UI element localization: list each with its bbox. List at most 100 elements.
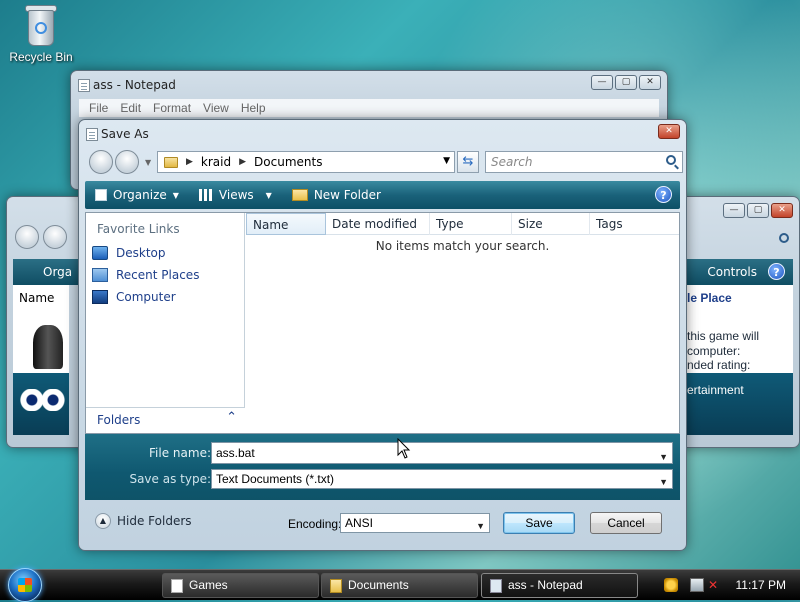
- games-eyes-strip: [13, 373, 69, 435]
- back-button[interactable]: [89, 150, 113, 174]
- notepad-titlebar[interactable]: ass - Notepad: [71, 71, 667, 99]
- security-shield-icon[interactable]: [664, 578, 678, 592]
- save-as-type-dropdown-icon[interactable]: ▼: [659, 473, 668, 491]
- hide-folders-button[interactable]: ▲ Hide Folders: [95, 513, 192, 529]
- games-info-line1: this game will: [687, 329, 760, 343]
- recycle-bin-icon: [24, 2, 58, 46]
- refresh-icon[interactable]: ⇆: [457, 151, 479, 173]
- folder-icon: [330, 579, 342, 593]
- games-organize-label[interactable]: Orga: [43, 265, 72, 279]
- taskbar-notepad-button[interactable]: ass - Notepad: [481, 573, 638, 598]
- mouse-pointer-icon: [397, 438, 411, 459]
- menu-file[interactable]: File: [83, 99, 114, 117]
- recent-places-icon: [92, 268, 108, 282]
- search-placeholder: Search: [491, 155, 533, 169]
- taskbar-documents-button[interactable]: Documents: [321, 573, 478, 598]
- network-icon[interactable]: [690, 578, 704, 592]
- column-header-name[interactable]: Name: [246, 213, 326, 235]
- recycle-bin-desktop-icon[interactable]: Recycle Bin: [6, 2, 76, 64]
- games-caption-buttons: — ▢ ✕: [723, 203, 793, 218]
- breadcrumb-kraid[interactable]: kraid: [201, 155, 231, 169]
- column-header-type[interactable]: Type: [430, 213, 512, 235]
- save-as-close-button[interactable]: ✕: [658, 124, 680, 139]
- file-name-input[interactable]: ass.bat ▼: [211, 442, 673, 464]
- column-header-date-modified[interactable]: Date modified: [326, 213, 430, 235]
- games-details-pane: le Place this game will computer: nded r…: [687, 285, 793, 435]
- windows-logo-icon: [18, 578, 32, 592]
- games-entertainment-band: ertainment: [687, 373, 793, 435]
- notepad-maximize-button[interactable]: ▢: [615, 75, 637, 90]
- address-dropdown-icon[interactable]: ▼: [443, 156, 450, 166]
- save-as-type-value: Text Documents (*.txt): [216, 472, 335, 486]
- search-input[interactable]: Search: [485, 151, 683, 173]
- save-as-type-select[interactable]: Text Documents (*.txt) ▼: [211, 469, 673, 489]
- taskbar-games-button[interactable]: Games: [162, 573, 319, 598]
- start-button[interactable]: [8, 568, 42, 602]
- nav-item-desktop[interactable]: Desktop: [92, 246, 166, 260]
- organize-label: Organize: [113, 188, 167, 202]
- views-button[interactable]: Views ▼: [189, 181, 282, 209]
- games-forward-button[interactable]: [43, 225, 67, 249]
- views-icon: [198, 189, 213, 201]
- save-as-titlebar[interactable]: Save As: [79, 120, 686, 148]
- column-header-size[interactable]: Size: [512, 213, 590, 235]
- recycle-bin-label: Recycle Bin: [9, 50, 73, 64]
- notepad-close-button[interactable]: ✕: [639, 75, 661, 90]
- notepad-title: ass - Notepad: [93, 78, 176, 92]
- purble-eyes-icon[interactable]: [19, 389, 65, 411]
- games-name-column[interactable]: Name: [19, 291, 54, 305]
- menu-help[interactable]: Help: [235, 99, 272, 117]
- encoding-dropdown-icon[interactable]: ▼: [476, 517, 485, 535]
- save-as-dialog[interactable]: Save As ✕ ▼ ▶ kraid ▶ Documents ▼ ⇆ Sear…: [78, 119, 687, 551]
- notepad-icon: [490, 579, 502, 593]
- hide-folders-label: Hide Folders: [117, 514, 192, 528]
- cancel-button[interactable]: Cancel: [590, 512, 662, 534]
- encoding-select[interactable]: ANSI ▼: [340, 513, 490, 533]
- recent-pages-dropdown-icon[interactable]: ▼: [145, 158, 151, 167]
- games-back-button[interactable]: [15, 225, 39, 249]
- organize-button[interactable]: Organize ▼: [85, 181, 189, 209]
- chess-knight-icon[interactable]: [33, 325, 63, 369]
- chevron-down-icon: ▼: [172, 190, 179, 200]
- folders-bar[interactable]: Folders ⌃: [86, 407, 245, 433]
- nav-item-recent-places[interactable]: Recent Places: [92, 268, 199, 282]
- address-row: ▼ ▶ kraid ▶ Documents ▼ ⇆ Search: [85, 148, 683, 176]
- address-bar[interactable]: ▶ kraid ▶ Documents ▼: [157, 151, 455, 173]
- empty-list-message: No items match your search.: [375, 239, 550, 253]
- games-info-line3: nded rating:: [687, 358, 751, 372]
- search-icon[interactable]: [666, 155, 676, 165]
- nav-item-computer[interactable]: Computer: [92, 290, 176, 304]
- games-controls-label[interactable]: Controls: [707, 265, 757, 279]
- clock[interactable]: 11:17 PM: [736, 578, 786, 592]
- save-as-type-label: Save as type:: [129, 472, 211, 486]
- games-maximize-button[interactable]: ▢: [747, 203, 769, 218]
- new-folder-button[interactable]: New Folder: [282, 181, 391, 209]
- file-name-dropdown-icon[interactable]: ▼: [659, 447, 668, 467]
- menu-view[interactable]: View: [197, 99, 235, 117]
- chevron-up-icon[interactable]: ⌃: [226, 410, 237, 425]
- games-search-icon[interactable]: [779, 233, 789, 243]
- chevron-right-icon[interactable]: ▶: [186, 157, 193, 167]
- save-as-icon: [86, 128, 98, 141]
- notepad-minimize-button[interactable]: —: [591, 75, 613, 90]
- column-header-tags[interactable]: Tags: [590, 213, 670, 235]
- navigation-pane: Favorite Links Desktop Recent Places Com…: [86, 213, 245, 433]
- breadcrumb-documents[interactable]: Documents: [254, 155, 322, 169]
- file-list[interactable]: Name Date modified Type Size Tags No ite…: [246, 213, 679, 433]
- menu-edit[interactable]: Edit: [114, 99, 147, 117]
- notepad-icon: [78, 79, 90, 92]
- save-as-caption-buttons: ✕: [658, 124, 680, 139]
- file-name-value: ass.bat: [216, 446, 255, 460]
- help-icon[interactable]: ?: [655, 186, 672, 203]
- save-button[interactable]: Save: [503, 512, 575, 534]
- games-info-line2: computer:: [687, 344, 741, 358]
- forward-button[interactable]: [115, 150, 139, 174]
- games-close-button[interactable]: ✕: [771, 203, 793, 218]
- menu-format[interactable]: Format: [147, 99, 197, 117]
- games-help-icon[interactable]: ?: [768, 263, 785, 280]
- volume-muted-icon[interactable]: ✕: [708, 578, 722, 592]
- command-toolbar: Organize ▼ Views ▼ New Folder ?: [85, 181, 680, 209]
- chevron-right-icon[interactable]: ▶: [239, 157, 246, 167]
- games-minimize-button[interactable]: —: [723, 203, 745, 218]
- notepad-menu-bar: File Edit Format View Help: [79, 99, 659, 117]
